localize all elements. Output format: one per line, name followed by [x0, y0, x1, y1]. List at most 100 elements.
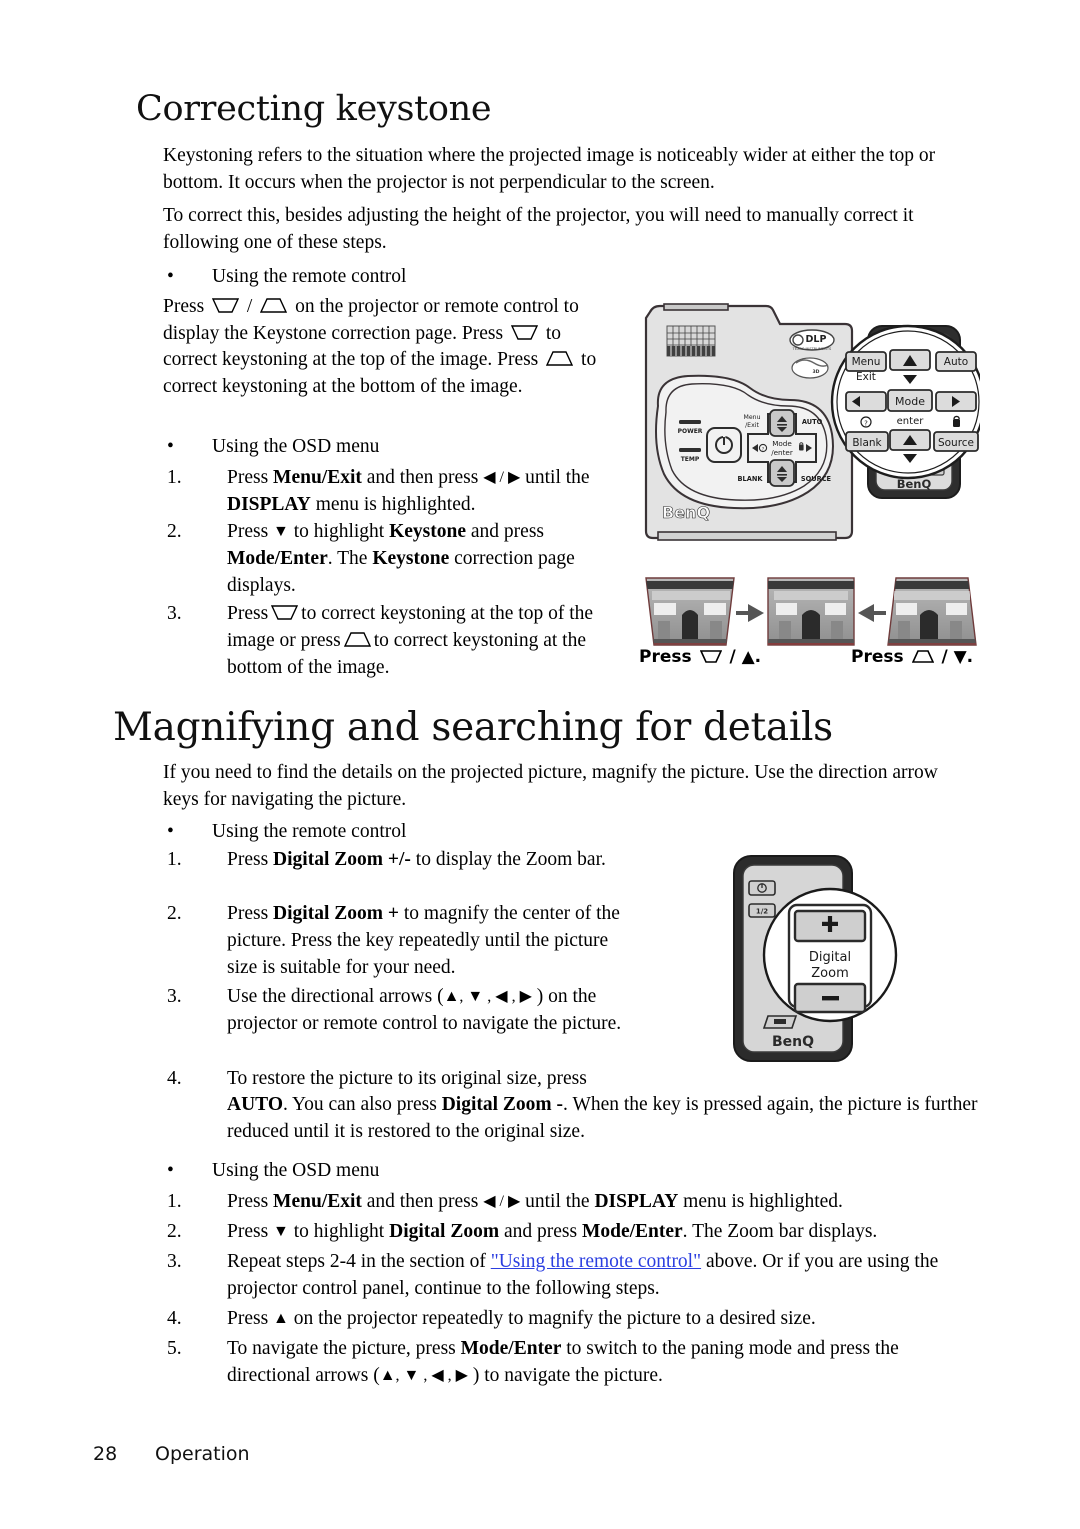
- t: Repeat steps 2-4 in the section of: [227, 1251, 491, 1272]
- bullet-label: Using the OSD menu: [212, 1160, 380, 1181]
- page-number: 28: [93, 1443, 118, 1465]
- arrow-right-icon: [736, 604, 764, 622]
- list-number: 1.: [167, 467, 182, 488]
- mode-label: Mode: [772, 439, 792, 448]
- list-number: 2.: [167, 903, 182, 924]
- magnify-intro-paragraph: If you need to find the details on the p…: [163, 762, 938, 810]
- t: Use the directional arrows (: [227, 986, 444, 1007]
- t: and then press: [361, 1191, 484, 1212]
- bold-key: Menu/Exit: [273, 467, 362, 488]
- section-heading-correcting-keystone: Correcting keystone: [136, 89, 492, 129]
- bold-key: DISPLAY: [594, 1191, 679, 1212]
- bold-key: Digital Zoom -: [441, 1094, 564, 1115]
- list-text: Repeat steps 2-4 in the section of "Usin…: [227, 1248, 982, 1302]
- list-text-continuation: AUTO. You can also press Digital Zoom -.…: [227, 1092, 982, 1145]
- bold-key: Digital Zoom +/-: [273, 849, 411, 870]
- keystone-image-right: [887, 577, 977, 646]
- keystone-image-center: [767, 577, 855, 646]
- t: and press: [466, 521, 544, 542]
- list-text: Press ▼ to highlight Keystone and press …: [227, 518, 617, 599]
- down-arrow-icon: ▼: [273, 1223, 289, 1240]
- manual-page: Correcting keystone Keystoning refers to…: [0, 0, 1080, 1529]
- up-arrow-label: / ▲.: [729, 647, 762, 667]
- power-button: [706, 427, 742, 463]
- t: Press: [227, 467, 274, 488]
- dlp-logo-icon: DLP TEXAS INSTRUMENTS: [789, 329, 835, 351]
- digital-zoom-label-line2: Zoom: [811, 966, 848, 981]
- keystone-down-trapezoid-icon: [212, 298, 240, 313]
- bold-key: DISPLAY: [227, 494, 311, 515]
- minus-icon: [822, 996, 839, 1001]
- keystone-up-trapezoid-icon-cap: [911, 648, 934, 663]
- bullet-dot-icon: •: [167, 1160, 174, 1181]
- keystone-remote-paragraph: Press / on the projector or remote contr…: [163, 294, 618, 400]
- bold-key: Keystone: [389, 521, 467, 542]
- t: to highlight: [288, 1221, 390, 1242]
- remote-auto-label: Auto: [944, 356, 968, 368]
- t: . You can also press: [283, 1094, 442, 1115]
- bullet-dot-icon: •: [167, 821, 174, 842]
- list-number: 3.: [167, 986, 182, 1007]
- bullet-dot-icon: •: [167, 436, 174, 457]
- remote-benq-logo: BenQ: [897, 477, 932, 491]
- list-text: Use the directional arrows (▲, ▼ , ◀ , ▶…: [227, 983, 627, 1037]
- remote-source-key: 1/2: [748, 903, 776, 918]
- svg-text:1/2: 1/2: [756, 908, 768, 916]
- keystone-up-key: [769, 409, 795, 437]
- temp-led-indicator: TEMP: [679, 448, 701, 463]
- press-label: Press: [851, 647, 904, 667]
- list-text: To navigate the picture, press Mode/Ente…: [227, 1335, 982, 1389]
- remote-source-label: Source: [938, 437, 974, 449]
- directional-arrows-icon: ▲, ▼ , ◀ , ▶: [443, 988, 532, 1005]
- arrow-keys-icon: ◀ / ▶: [483, 1193, 521, 1210]
- bold-key: AUTO: [227, 1094, 283, 1115]
- blank-label: BLANK: [738, 475, 764, 483]
- remote-zoom-svg: 1/2 BenQ Digital Zoom: [733, 855, 898, 1062]
- t: . The Zoom bar displays.: [682, 1221, 878, 1242]
- bullet-label: Using the OSD menu: [212, 436, 380, 457]
- keystone-caption-left: Press / ▲.: [639, 647, 761, 667]
- bullet-label: Using the remote control: [212, 821, 407, 842]
- digital-zoom-remote-illustration: 1/2 BenQ Digital Zoom: [722, 848, 912, 1073]
- slash-1: /: [246, 296, 253, 317]
- bold-key: Keystone: [372, 548, 450, 569]
- keystone-down-trapezoid-icon-3: [271, 605, 299, 620]
- list-text: Press ▲ on the projector repeatedly to m…: [227, 1305, 816, 1332]
- projector-control-panel-illustration: DLP TEXAS INSTRUMENTS 3D POWER TEMP ? Mo…: [640, 296, 986, 546]
- t: menu is highlighted.: [310, 494, 476, 515]
- remote-enter-label: enter: [897, 416, 925, 427]
- list-number: 1.: [167, 1191, 182, 1212]
- bold-key: Digital Zoom: [389, 1221, 500, 1242]
- bullet-label: Using the remote control: [212, 266, 407, 287]
- down-arrow-label: / ▼.: [941, 647, 974, 667]
- list-text-first-line: To restore the picture to its original s…: [227, 1065, 687, 1092]
- list-number: 1.: [167, 849, 182, 870]
- menu-label: Menu: [744, 414, 761, 421]
- list-number: 3.: [167, 603, 182, 624]
- section-heading-magnifying-searching: Magnifying and searching for details: [113, 705, 833, 750]
- svg-text:?: ?: [864, 420, 868, 428]
- digital-zoom-label-line1: Digital: [809, 950, 851, 965]
- t: . The: [327, 548, 373, 569]
- link-using-the-remote-control[interactable]: "Using the remote control": [491, 1251, 701, 1272]
- three-d-badge-icon: 3D: [791, 357, 829, 379]
- remote-lower-key: [762, 1015, 798, 1029]
- remote-benq-logo: BenQ: [772, 1034, 814, 1050]
- t: ) to navigate the picture.: [467, 1365, 663, 1386]
- keystone-down-key: [769, 459, 795, 487]
- list-number: 5.: [167, 1338, 182, 1359]
- projector-diagram-svg: DLP TEXAS INSTRUMENTS 3D POWER TEMP ? Mo…: [644, 303, 986, 541]
- t: To restore the picture to its original s…: [227, 1068, 587, 1089]
- bold-key: Digital Zoom +: [273, 903, 399, 924]
- list-text: Press Digital Zoom +/- to display the Zo…: [227, 846, 606, 873]
- keystone-down-trapezoid-icon-2: [510, 324, 538, 340]
- t: Press: [227, 849, 274, 870]
- remote-magnifier-circle: Menu Exit Auto ? Mode enter Blank Source: [830, 324, 986, 480]
- list-text: Press Digital Zoom + to magnify the cent…: [227, 900, 627, 981]
- list-number: 4.: [167, 1068, 182, 1089]
- t: on the projector repeatedly to magnify t…: [288, 1308, 816, 1329]
- keystone-image-left: [645, 577, 735, 646]
- remote-power-key: [748, 880, 776, 896]
- down-arrow-icon: ▼: [273, 523, 289, 540]
- arrow-left-icon: [858, 604, 886, 622]
